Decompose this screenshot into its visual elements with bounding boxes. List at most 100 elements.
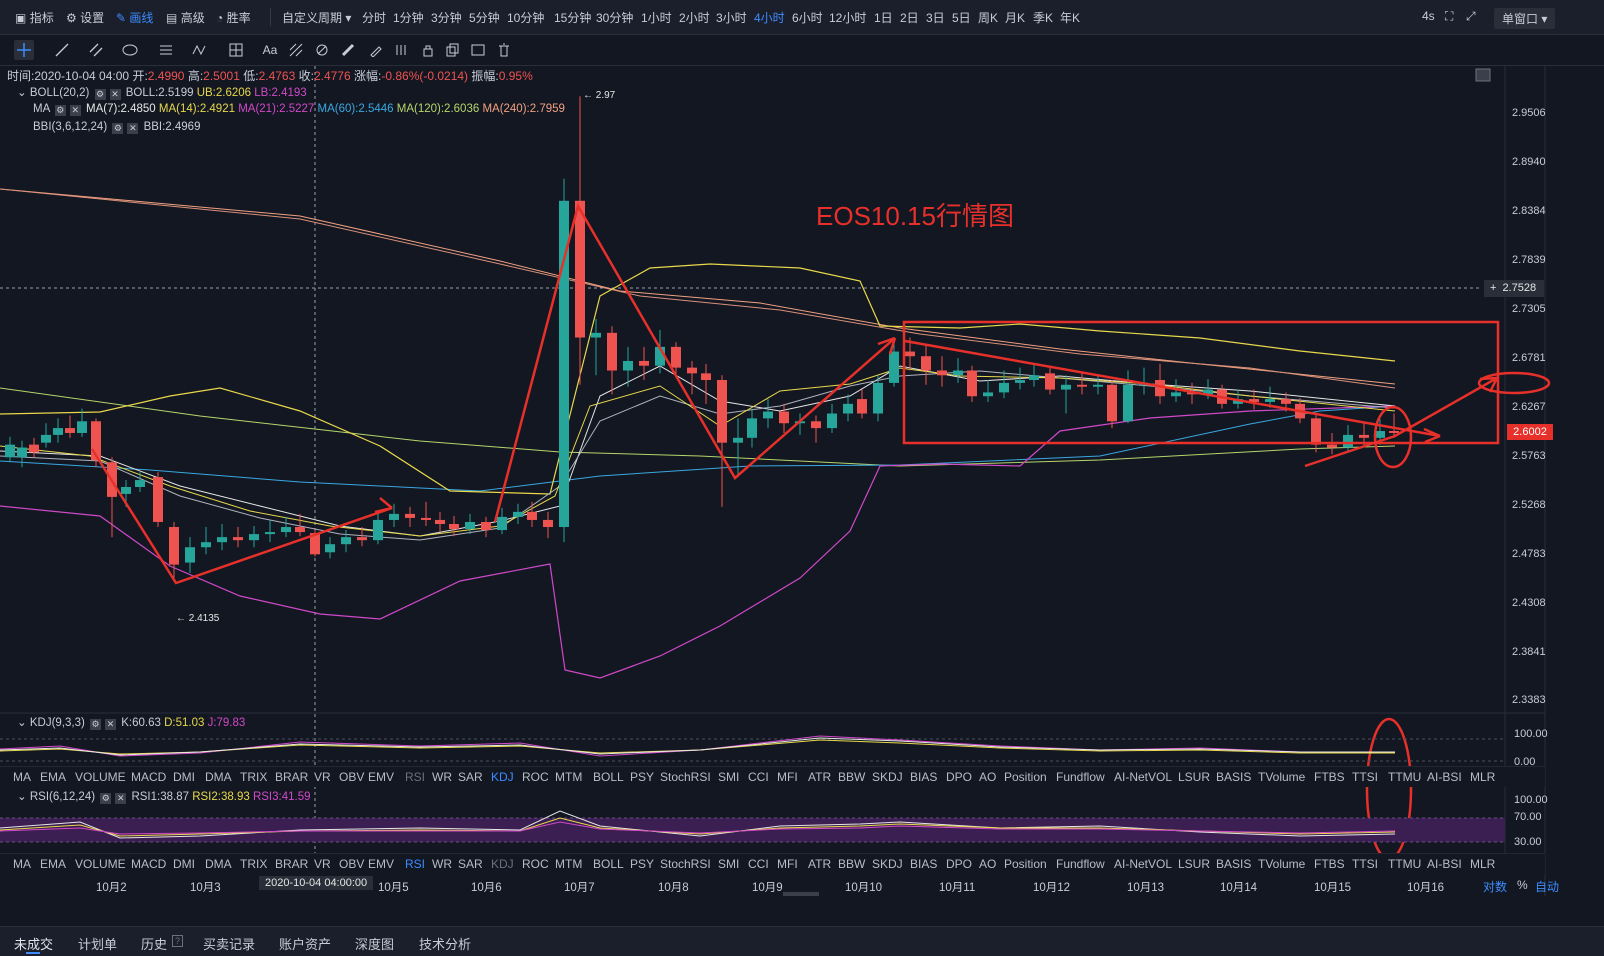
- indicator-tab-fundflow[interactable]: Fundflow: [1056, 770, 1105, 784]
- indicator-tab-vr[interactable]: VR: [314, 770, 331, 784]
- indicator-tab-roc[interactable]: ROC: [522, 857, 549, 871]
- gear-icon[interactable]: ⚙: [90, 719, 102, 730]
- indicator-tab-mtm[interactable]: MTM: [555, 857, 582, 871]
- indicator-tab-skdj[interactable]: SKDJ: [872, 857, 903, 871]
- kdj-legend[interactable]: ⌄ KDJ(9,3,3) ⚙ ✕ K:60.63 D:51.03 J:79.83: [17, 715, 245, 730]
- period-5[interactable]: 15分钟: [554, 9, 591, 26]
- fib-icon[interactable]: [286, 40, 306, 60]
- indicator-tab-atr[interactable]: ATR: [808, 857, 831, 871]
- advanced-button[interactable]: ▤ 高级: [166, 9, 205, 26]
- period-0[interactable]: 分时: [362, 9, 386, 26]
- close-icon[interactable]: ✕: [127, 123, 139, 134]
- indicator-tab-boll[interactable]: BOLL: [593, 857, 624, 871]
- text-tool-icon[interactable]: Aa: [260, 40, 280, 60]
- trash-icon[interactable]: [494, 40, 514, 60]
- indicator-tab-macd[interactable]: MACD: [131, 770, 166, 784]
- indicator-tab-ai-netvol[interactable]: AI-NetVOL: [1114, 770, 1172, 784]
- period-4[interactable]: 10分钟: [507, 9, 544, 26]
- indicator-tab-dpo[interactable]: DPO: [946, 770, 972, 784]
- percent-toggle[interactable]: %: [1517, 878, 1528, 892]
- indicator-tab-skdj[interactable]: SKDJ: [872, 770, 903, 784]
- indicator-tab-dpo[interactable]: DPO: [946, 857, 972, 871]
- indicator-tab-kdj[interactable]: KDJ: [491, 770, 514, 784]
- chevron-down-icon[interactable]: ⌄: [17, 717, 27, 729]
- period-14[interactable]: 2日: [900, 9, 919, 26]
- indicator-tab-sar[interactable]: SAR: [458, 770, 483, 784]
- refresh-interval[interactable]: 4s: [1422, 9, 1435, 23]
- period-1[interactable]: 1分钟: [393, 9, 424, 26]
- trendline-icon[interactable]: [52, 40, 72, 60]
- ellipse-icon[interactable]: [120, 40, 140, 60]
- indicator-tab-wr[interactable]: WR: [432, 857, 452, 871]
- boll-legend[interactable]: ⌄ BOLL(20,2) ⚙ ✕ BOLL:2.5199 UB:2.6206 LB…: [17, 85, 307, 100]
- indicator-tab-psy[interactable]: PSY: [630, 857, 654, 871]
- bbi-legend[interactable]: BBI(3,6,12,24) ⚙ ✕ BBI:2.4969: [33, 121, 200, 134]
- indicator-tab-ma[interactable]: MA: [13, 857, 31, 871]
- close-icon[interactable]: ✕: [69, 105, 81, 116]
- period-8[interactable]: 2小时: [679, 9, 710, 26]
- indicator-tab-lsur[interactable]: LSUR: [1178, 857, 1210, 871]
- indicator-tab-stochrsi[interactable]: StochRSI: [660, 770, 711, 784]
- indicator-tab-ttsi[interactable]: TTSI: [1352, 770, 1378, 784]
- period-6[interactable]: 30分钟: [596, 9, 633, 26]
- indicator-tab-wr[interactable]: WR: [432, 770, 452, 784]
- period-10[interactable]: 4小时: [754, 9, 785, 26]
- custom-period-dropdown[interactable]: 自定义周期 ▾: [282, 9, 351, 26]
- indicator-tab-macd[interactable]: MACD: [131, 857, 166, 871]
- bottom-tab-1[interactable]: 计划单: [78, 934, 117, 953]
- gear-icon[interactable]: ⚙: [94, 89, 106, 100]
- indicator-tab-dma[interactable]: DMA: [205, 857, 232, 871]
- wave-icon[interactable]: [190, 40, 210, 60]
- period-11[interactable]: 6小时: [792, 9, 823, 26]
- rsi-legend[interactable]: ⌄ RSI(6,12,24) ⚙ ✕ RSI1:38.87 RSI2:38.93 …: [17, 789, 311, 804]
- indicator-tab-obv[interactable]: OBV: [339, 857, 364, 871]
- indicator-tab-smi[interactable]: SMI: [718, 857, 739, 871]
- ruler-icon[interactable]: [338, 40, 358, 60]
- lock-icon[interactable]: [418, 40, 438, 60]
- bottom-tab-6[interactable]: 技术分析: [419, 934, 471, 953]
- indicator-tab-ttsi[interactable]: TTSI: [1352, 857, 1378, 871]
- indicator-tab-bias[interactable]: BIAS: [910, 857, 937, 871]
- bottom-tab-4[interactable]: 账户资产: [279, 934, 331, 953]
- indicator-tab-ema[interactable]: EMA: [40, 857, 66, 871]
- indicator-tab-brar[interactable]: BRAR: [275, 770, 308, 784]
- indicator-tab-volume[interactable]: VOLUME: [75, 770, 126, 784]
- period-18[interactable]: 月K: [1005, 9, 1025, 26]
- gear-icon[interactable]: ⚙: [112, 123, 124, 134]
- indicator-tab-ftbs[interactable]: FTBS: [1314, 770, 1345, 784]
- indicator-tab-fundflow[interactable]: Fundflow: [1056, 857, 1105, 871]
- indicator-tab-bbw[interactable]: BBW: [838, 770, 865, 784]
- indicator-tab-bbw[interactable]: BBW: [838, 857, 865, 871]
- time-axis[interactable]: 10月2 10月3 10月5 10月6 10月7 10月8 10月9 10月10 10月11 10…: [0, 872, 1545, 902]
- close-icon[interactable]: ✕: [115, 793, 127, 804]
- indicator-tab-mlr[interactable]: MLR: [1470, 770, 1495, 784]
- indicator-tab-vr[interactable]: VR: [314, 857, 331, 871]
- bottom-tab-3[interactable]: 买卖记录: [203, 934, 255, 953]
- period-17[interactable]: 周K: [978, 9, 998, 26]
- indicator-tab-ftbs[interactable]: FTBS: [1314, 857, 1345, 871]
- period-3[interactable]: 5分钟: [469, 9, 500, 26]
- brush-icon[interactable]: [366, 40, 386, 60]
- indicator-tab-position[interactable]: Position: [1004, 857, 1047, 871]
- indicator-tab-mlr[interactable]: MLR: [1470, 857, 1495, 871]
- indicator-tab-ao[interactable]: AO: [979, 857, 996, 871]
- indicator-tab-basis[interactable]: BASIS: [1216, 857, 1251, 871]
- close-icon[interactable]: ✕: [109, 89, 121, 100]
- period-19[interactable]: 季K: [1033, 9, 1053, 26]
- fullscreen-icon[interactable]: ⛶: [1445, 9, 1453, 24]
- expand-icon[interactable]: ⤢: [1466, 9, 1476, 24]
- period-13[interactable]: 1日: [874, 9, 893, 26]
- indicator-tab-boll[interactable]: BOLL: [593, 770, 624, 784]
- bottom-tab-2[interactable]: 历史: [141, 934, 167, 953]
- indicator-tab-mtm[interactable]: MTM: [555, 770, 582, 784]
- indicator-tab-tvolume[interactable]: TVolume: [1258, 857, 1305, 871]
- magnet-icon[interactable]: [312, 40, 332, 60]
- gear-icon[interactable]: ⚙: [100, 793, 112, 804]
- indicator-tab-ttmu[interactable]: TTMU: [1388, 857, 1421, 871]
- indicator-tab-mfi[interactable]: MFI: [777, 857, 798, 871]
- close-icon[interactable]: ✕: [105, 719, 117, 730]
- indicator-tab-roc[interactable]: ROC: [522, 770, 549, 784]
- help-icon[interactable]: ?: [172, 935, 183, 947]
- period-15[interactable]: 3日: [926, 9, 945, 26]
- indicator-tab-ttmu[interactable]: TTMU: [1388, 770, 1421, 784]
